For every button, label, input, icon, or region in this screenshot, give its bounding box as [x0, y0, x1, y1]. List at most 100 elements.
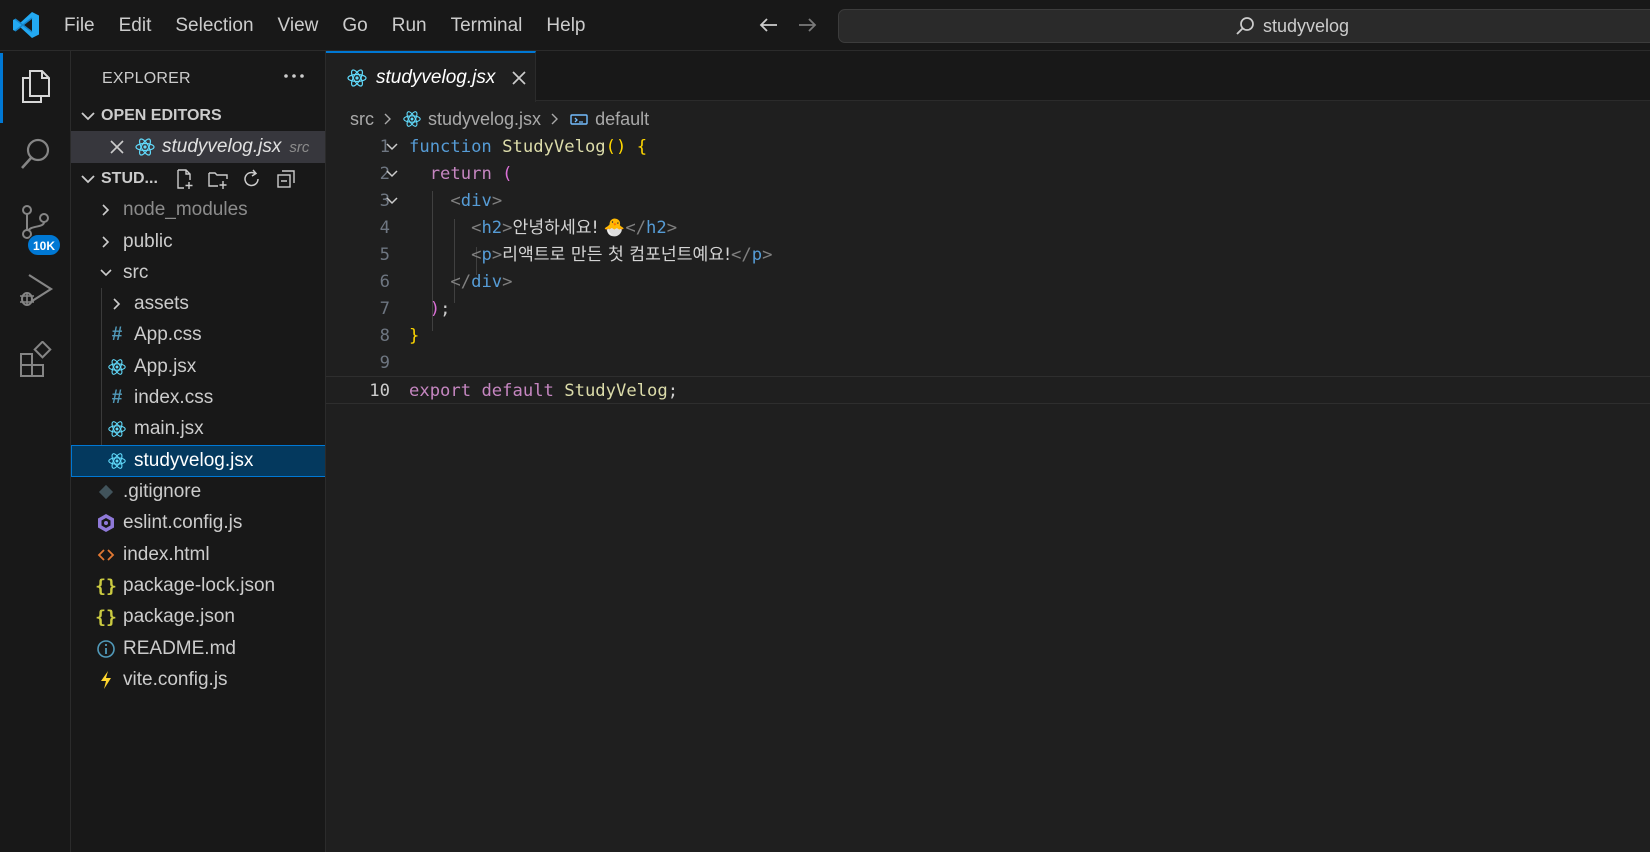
run-debug-icon[interactable] [17, 271, 55, 309]
tree-folder-assets[interactable]: assets [71, 288, 325, 320]
close-icon[interactable] [108, 138, 126, 156]
code-line[interactable]: 8 } [326, 322, 1650, 350]
tree-folder-public[interactable]: public [71, 226, 325, 258]
code-token: StudyVelog [502, 137, 606, 157]
open-editor-name: studyvelog.jsx [162, 136, 282, 157]
fold-chevron-icon[interactable] [384, 193, 400, 209]
tree-file-index-html[interactable]: index.html [71, 539, 325, 571]
tree-label: eslint.config.js [123, 512, 243, 533]
symbol-variable-icon [570, 114, 588, 125]
project-folder-title: STUD... [101, 170, 158, 187]
menu-view[interactable]: View [266, 0, 331, 51]
tab-label: studyvelog.jsx [376, 66, 496, 88]
tab-bar: studyvelog.jsx [326, 51, 1650, 102]
tree-file-app-jsx[interactable]: App.jsx [71, 351, 325, 383]
code-token: } [409, 326, 420, 346]
chevron-down-icon [81, 175, 95, 184]
tree-folder-src[interactable]: src [71, 257, 325, 289]
refresh-icon[interactable] [241, 168, 263, 190]
code-line[interactable]: 2 return ( [326, 160, 1650, 188]
code-token: () [605, 137, 627, 157]
arrow-left-icon[interactable] [756, 12, 782, 38]
json-icon: {} [95, 606, 117, 628]
vite-icon [101, 671, 111, 689]
eslint-icon [98, 514, 114, 532]
tree-file-package-json[interactable]: {} package.json [71, 601, 325, 633]
code-token: 안녕하세요! 🐣 [512, 218, 626, 238]
chevron-down-icon [100, 269, 112, 277]
menu-run[interactable]: Run [380, 0, 439, 51]
tree-file-main-jsx[interactable]: main.jsx [71, 413, 325, 445]
menu-file[interactable]: File [52, 0, 107, 51]
breadcrumb-symbol[interactable]: default [595, 109, 649, 130]
code-line[interactable]: 9 [326, 349, 1650, 377]
project-folder-header[interactable]: STUD... [71, 163, 325, 195]
git-icon [98, 484, 114, 500]
menu-terminal[interactable]: Terminal [439, 0, 535, 51]
menu-bar: File Edit Selection View Go Run Terminal… [52, 0, 598, 51]
sidebar-title: EXPLORER [102, 70, 191, 87]
explorer-files-icon[interactable] [17, 67, 55, 105]
react-icon [108, 359, 126, 375]
code-token: > [491, 191, 503, 211]
json-icon: {} [95, 575, 117, 597]
chevron-down-icon [81, 112, 95, 121]
react-icon [347, 68, 367, 87]
tree-label: studyvelog.jsx [134, 450, 254, 471]
fold-chevron-icon[interactable] [384, 139, 400, 155]
menu-edit[interactable]: Edit [107, 0, 164, 51]
tab-studyvelog-jsx[interactable]: studyvelog.jsx [326, 51, 536, 102]
code-token: < [450, 191, 461, 211]
tree-file-app-css[interactable]: # App.css [71, 319, 325, 351]
extensions-icon[interactable] [17, 341, 55, 379]
more-actions-icon[interactable] [280, 65, 308, 87]
tree-folder-node-modules[interactable]: node_modules [71, 194, 325, 226]
active-indicator [0, 53, 3, 123]
tree-label: README.md [123, 638, 236, 659]
code-line[interactable]: 6 </div> [326, 268, 1650, 296]
react-icon [108, 421, 126, 437]
line-number: 7 [379, 299, 390, 319]
tree-file-gitignore[interactable]: .gitignore [71, 476, 325, 508]
tree-file-eslint-config[interactable]: eslint.config.js [71, 507, 325, 539]
fold-chevron-icon[interactable] [384, 166, 400, 182]
open-editors-header[interactable]: OPEN EDITORS [71, 100, 325, 132]
tree-file-readme[interactable]: README.md [71, 633, 325, 665]
open-editor-item[interactable]: studyvelog.jsx src [71, 131, 325, 163]
tree-file-package-lock[interactable]: {} package-lock.json [71, 570, 325, 602]
menu-help[interactable]: Help [534, 0, 597, 51]
tree-file-studyvelog-jsx[interactable]: studyvelog.jsx [71, 445, 325, 477]
menu-go[interactable]: Go [330, 0, 379, 51]
title-bar: File Edit Selection View Go Run Terminal… [0, 0, 1650, 51]
tree-label: main.jsx [134, 418, 204, 439]
code-token: h2 [481, 218, 503, 238]
chevron-right-icon [102, 236, 110, 248]
search-icon[interactable] [17, 135, 55, 173]
scm-count-badge: 10K [27, 234, 62, 256]
breadcrumb-file[interactable]: studyvelog.jsx [428, 109, 541, 130]
code-token: h2 [646, 218, 667, 238]
arrow-right-icon[interactable] [794, 12, 820, 38]
react-icon [403, 111, 421, 127]
tree-label: App.jsx [134, 356, 197, 377]
menu-selection[interactable]: Selection [163, 0, 265, 51]
breadcrumb-folder[interactable]: src [350, 109, 374, 130]
new-folder-icon[interactable] [207, 168, 229, 190]
new-file-icon[interactable] [173, 168, 195, 190]
tree-file-vite-config[interactable]: vite.config.js [71, 664, 325, 696]
code-line-current[interactable]: 10 export default StudyVelog; [326, 376, 1650, 404]
css-hash-icon: # [111, 324, 123, 345]
code-token: export [409, 381, 472, 401]
close-icon[interactable] [509, 68, 529, 88]
explorer-sidebar: EXPLORER OPEN EDITORS studyvelog.jsx src… [71, 51, 326, 852]
code-line[interactable]: 1 function StudyVelog() { [326, 133, 1650, 161]
code-line[interactable]: 3 <div> [326, 187, 1650, 215]
code-line[interactable]: 4 <h2>안녕하세요! 🐣</h2> [326, 214, 1650, 242]
command-center-search[interactable]: studyvelog [838, 9, 1650, 43]
code-line[interactable]: 7 ); [326, 295, 1650, 323]
code-line[interactable]: 5 <p>리액트로 만든 첫 컴포넌트예요!</p> [326, 241, 1650, 269]
code-token: return [429, 164, 492, 184]
tree-file-index-css[interactable]: # index.css [71, 382, 325, 414]
command-center-label: studyvelog [1263, 16, 1350, 36]
collapse-all-icon[interactable] [275, 168, 297, 190]
